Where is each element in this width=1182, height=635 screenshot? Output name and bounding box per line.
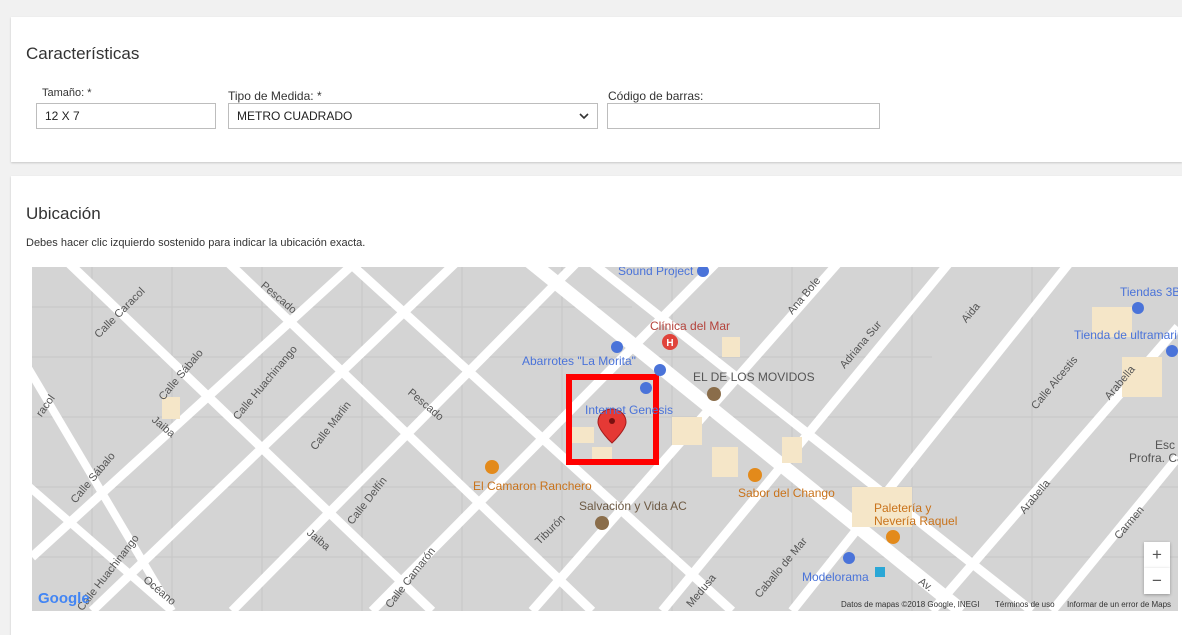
map-attribution: Datos de mapas ©2018 Google, INEGI	[841, 600, 980, 609]
tipo-medida-label: Tipo de Medida: *	[228, 89, 322, 103]
codigo-barras-label: Código de barras:	[608, 89, 704, 103]
poi-sabor-del-chango[interactable]: Sabor del Chango	[738, 486, 835, 500]
poi-paleteria-2[interactable]: Nevería Raquel	[874, 514, 957, 528]
restaurant-icon-2	[748, 468, 762, 482]
shopping-icon-2	[654, 364, 666, 376]
google-logo[interactable]: Google	[38, 590, 90, 607]
codigo-barras-input[interactable]	[607, 103, 880, 129]
caracteristicas-card: Características Tamaño: * 12 X 7 Tipo de…	[11, 17, 1182, 162]
tamano-input[interactable]: 12 X 7	[36, 103, 216, 129]
map-tiles: H	[32, 267, 1178, 611]
poi-sound-project[interactable]: Sound Project	[618, 267, 693, 278]
place-icon	[707, 387, 721, 401]
poi-tiendas-3b[interactable]: Tiendas 3B	[1120, 285, 1178, 299]
shopping-icon-6	[843, 552, 855, 564]
poi-clinica-del-mar[interactable]: Clínica del Mar	[650, 319, 730, 333]
poi-modelorama[interactable]: Modelorama	[802, 570, 869, 584]
restaurant-icon-3	[886, 530, 900, 544]
ubicacion-card: Ubicación Debes hacer clic izquierdo sos…	[11, 176, 1182, 635]
poi-abarrotes[interactable]: Abarrotes "La Morita"	[522, 354, 636, 368]
map-report-link[interactable]: Informar de un error de Maps	[1067, 600, 1171, 609]
poi-paleteria[interactable]: Paletería y	[874, 501, 931, 515]
shopping-icon-5	[1166, 345, 1178, 357]
poi-camaron-ranchero[interactable]: El Camaron Ranchero	[473, 479, 592, 493]
section-title-caracteristicas: Características	[26, 44, 140, 63]
restaurant-icon	[485, 460, 499, 474]
tipo-medida-select[interactable]: METRO CUADRADO	[228, 103, 598, 129]
map-terms-link[interactable]: Términos de uso	[995, 600, 1055, 609]
poi-internet-genesis[interactable]: Internet Genesis	[585, 403, 673, 417]
zoom-in-button[interactable]: +	[1144, 542, 1170, 568]
poi-salvacion-y-vida[interactable]: Salvación y Vida AC	[579, 499, 687, 513]
poi-esc[interactable]: Esc	[1155, 438, 1175, 452]
transit-icon	[875, 567, 885, 577]
tipo-medida-value: METRO CUADRADO	[237, 109, 353, 123]
map-view[interactable]: H Sound Project Tiendas 3B Clínica del M…	[32, 267, 1178, 611]
shopping-icon	[611, 341, 623, 353]
tamano-label: Tamaño: *	[42, 87, 92, 99]
poi-tienda-ultramarinos[interactable]: Tienda de ultramarinos	[1074, 328, 1178, 342]
hospital-icon: H	[662, 334, 678, 350]
chevron-down-icon	[579, 113, 589, 120]
shopping-icon-3	[640, 382, 652, 394]
section-title-ubicacion: Ubicación	[26, 204, 101, 223]
location-hint: Debes hacer clic izquierdo sostenido par…	[26, 237, 366, 249]
shopping-icon-4	[1132, 302, 1144, 314]
poi-el-de-los-movidos[interactable]: EL DE LOS MOVIDOS	[693, 370, 815, 384]
poi-profra[interactable]: Profra. Ca	[1129, 451, 1178, 465]
svg-text:H: H	[666, 338, 673, 349]
zoom-out-button[interactable]: −	[1144, 568, 1170, 594]
church-icon	[595, 516, 609, 530]
